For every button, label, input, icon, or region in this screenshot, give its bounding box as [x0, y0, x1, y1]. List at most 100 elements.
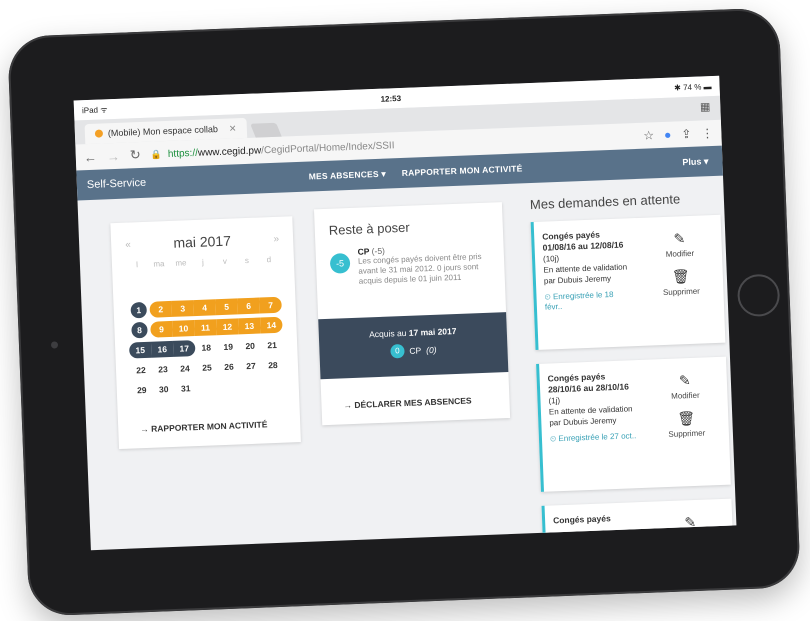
share-icon[interactable]: ⇪ — [681, 127, 692, 141]
calendar-day[interactable]: 11 — [194, 319, 217, 337]
calendar-day[interactable]: 18 — [195, 339, 218, 356]
calendar-day[interactable]: 10 — [172, 320, 195, 337]
trash-icon: 🗑 — [677, 409, 696, 427]
clock: 12:53 — [380, 93, 402, 104]
calendar-day[interactable]: 14 — [260, 316, 283, 334]
request-duration: (10j) — [542, 254, 560, 264]
back-icon[interactable]: ← — [84, 149, 98, 164]
calendar-day[interactable]: 23 — [152, 361, 175, 378]
calendar-day[interactable]: 22 — [130, 362, 153, 379]
device-label: iPad ᯤ — [81, 104, 108, 115]
lock-icon: 🔒 — [150, 148, 163, 160]
request-dates: 01/08/16 au 12/08/16 — [542, 239, 624, 253]
tab-switcher-icon[interactable]: ▦ — [700, 100, 711, 113]
menu-activite[interactable]: RAPPORTER MON ACTIVITÉ — [402, 163, 523, 179]
request-card: Congés payés ✎ — [541, 498, 733, 546]
calendar-day[interactable]: 8 — [131, 321, 148, 339]
request-card: Congés payés 01/08/16 au 12/08/16 (10j) … — [530, 214, 726, 350]
request-type: Congés payés — [552, 513, 611, 526]
day-name: j — [201, 257, 205, 267]
home-button[interactable] — [736, 273, 781, 318]
calendar-day[interactable]: 1 — [130, 301, 148, 319]
acquired-panel: Acquis au 17 mai 2017 0 CP (0) — [318, 312, 509, 380]
request-registered: ⏲ Enregistrée le 18 févr.. — [544, 289, 614, 312]
close-tab-icon[interactable]: ✕ — [229, 123, 237, 134]
calendar-day[interactable]: 5 — [215, 298, 238, 316]
pencil-icon: ✎ — [673, 230, 686, 247]
calendar-day[interactable]: 15 — [128, 341, 152, 359]
day-name: v — [222, 256, 228, 266]
brand[interactable]: Self-Service — [87, 177, 147, 191]
request-duration: (1j) — [548, 396, 561, 406]
calendar-day[interactable]: 19 — [217, 338, 240, 355]
cp-note: Les congés payés doivent être pris avant… — [357, 251, 482, 286]
menu-absences[interactable]: MES ABSENCES ▾ — [309, 168, 387, 182]
delete-button[interactable]: 🗑 Supprimer — [651, 267, 712, 297]
forward-icon[interactable]: → — [107, 148, 121, 163]
calendar-day[interactable]: 21 — [261, 337, 284, 354]
declare-absences-button[interactable]: → DÉCLARER MES ABSENCES — [343, 395, 471, 410]
screen: iPad ᯤ 12:53 ✱ 74 % ▬ (Mobile) Mon espac… — [73, 75, 737, 551]
day-name: me — [175, 258, 187, 268]
star-icon[interactable]: ☆ — [643, 128, 654, 142]
pending-requests: Mes demandes en attente Congés payés 01/… — [530, 190, 734, 550]
day-name: l — [135, 260, 139, 270]
day-name: ma — [153, 259, 165, 269]
calendar-day[interactable]: 4 — [193, 299, 216, 317]
calendar-day[interactable]: 30 — [152, 381, 175, 398]
report-activity-button[interactable]: → RAPPORTER MON ACTIVITÉ — [140, 419, 267, 434]
day-name: s — [244, 255, 250, 266]
calendar-day[interactable]: 29 — [131, 382, 154, 399]
cp-badge: -5 — [329, 253, 351, 274]
calendar-month: mai 2017 — [173, 232, 232, 251]
calendar-day[interactable]: 9 — [150, 320, 173, 338]
mic-icon[interactable]: ● — [664, 128, 672, 142]
calendar-day[interactable]: 13 — [238, 317, 261, 335]
request-registered: ⏲ Enregistrée le 27 oct.. — [549, 431, 637, 444]
pencil-icon: ✎ — [678, 372, 691, 389]
calendar-day[interactable]: 28 — [262, 357, 285, 374]
calendar-day[interactable]: 7 — [259, 296, 282, 314]
calendar-day[interactable]: 17 — [172, 340, 196, 357]
next-month-button[interactable]: » — [273, 233, 279, 244]
request-status: En attente de validation par Dubuis Jere… — [543, 262, 628, 286]
calendar-card: « mai 2017 » l ma me j v s d 1 2 3 4 5 6… — [110, 216, 301, 450]
tab-title: (Mobile) Mon espace collab — [107, 124, 219, 139]
request-status: En attente de validation par Dubuis Jere… — [548, 404, 633, 428]
camera-icon — [50, 341, 59, 349]
request-dates: 28/10/16 au 28/10/16 — [547, 381, 630, 395]
calendar-day[interactable]: 12 — [216, 318, 239, 336]
pencil-icon[interactable]: ✎ — [660, 513, 721, 532]
edit-button[interactable]: ✎ Modifier — [655, 371, 716, 401]
calendar-day[interactable]: 27 — [240, 357, 263, 374]
calendar-day[interactable]: 2 — [149, 300, 173, 318]
main-content: « mai 2017 » l ma me j v s d 1 2 3 4 5 6… — [77, 176, 736, 551]
acquired-cp: 0 CP (0) — [319, 340, 507, 361]
pending-title: Mes demandes en attente — [529, 191, 681, 213]
menu-plus[interactable]: Plus ▾ — [682, 156, 708, 168]
acquired-badge: 0 — [390, 344, 405, 359]
calendar-day[interactable]: 3 — [171, 300, 195, 317]
main-menu: MES ABSENCES ▾ RAPPORTER MON ACTIVITÉ — [309, 163, 523, 182]
more-icon[interactable]: ⋮ — [701, 126, 714, 140]
calendar-day[interactable]: 6 — [237, 297, 260, 315]
day-name: d — [266, 255, 272, 265]
acquired-label: Acquis au 17 mai 2017 — [368, 326, 457, 340]
edit-button[interactable]: ✎ Modifier — [649, 229, 710, 259]
reload-icon[interactable]: ↻ — [129, 147, 141, 163]
favicon-icon — [94, 129, 104, 138]
request-card: Congés payés 28/10/16 au 28/10/16 (1j) E… — [536, 356, 731, 492]
ipad-frame: iPad ᯤ 12:53 ✱ 74 % ▬ (Mobile) Mon espac… — [7, 7, 801, 617]
calendar-day[interactable]: 16 — [150, 340, 174, 358]
calendar-day[interactable]: 20 — [239, 338, 262, 355]
delete-button[interactable]: 🗑 Supprimer — [656, 409, 717, 439]
prev-month-button[interactable]: « — [125, 239, 131, 250]
battery-indicator: ✱ 74 % ▬ — [673, 81, 712, 92]
calendar-day[interactable]: 26 — [218, 358, 241, 375]
trash-icon: 🗑 — [671, 268, 691, 285]
remaining-card: Reste à poser -5 CP (-5) Les congés payé… — [313, 202, 511, 426]
new-tab-button[interactable] — [249, 122, 282, 138]
calendar-day[interactable]: 25 — [196, 359, 219, 376]
calendar-day[interactable]: 24 — [174, 360, 197, 377]
calendar-day[interactable]: 31 — [174, 380, 197, 397]
